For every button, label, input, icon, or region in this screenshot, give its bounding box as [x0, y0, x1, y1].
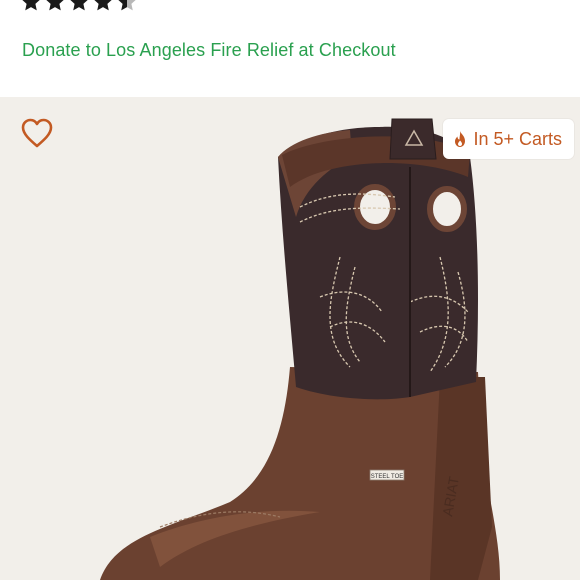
- rating-stars: [20, 0, 138, 14]
- star-icon: [94, 0, 112, 11]
- star-icon: [70, 0, 88, 11]
- star-icon: [46, 0, 64, 11]
- carts-count-text: In 5+ Carts: [473, 128, 562, 149]
- flame-icon: [455, 131, 466, 147]
- product-page: Donate to Los Angeles Fire Relief at Che…: [0, 0, 580, 580]
- heart-outline-icon[interactable]: [20, 117, 54, 149]
- product-image[interactable]: STEEL TOE ARIAT In 5+ Carts: [0, 97, 580, 580]
- boot-image: STEEL TOE ARIAT: [100, 118, 500, 580]
- star-icon: [22, 0, 40, 11]
- in-carts-badge: In 5+ Carts: [443, 119, 574, 159]
- donate-link[interactable]: Donate to Los Angeles Fire Relief at Che…: [22, 40, 396, 61]
- star-half-icon: [118, 0, 136, 11]
- steel-toe-label: STEEL TOE: [371, 474, 404, 480]
